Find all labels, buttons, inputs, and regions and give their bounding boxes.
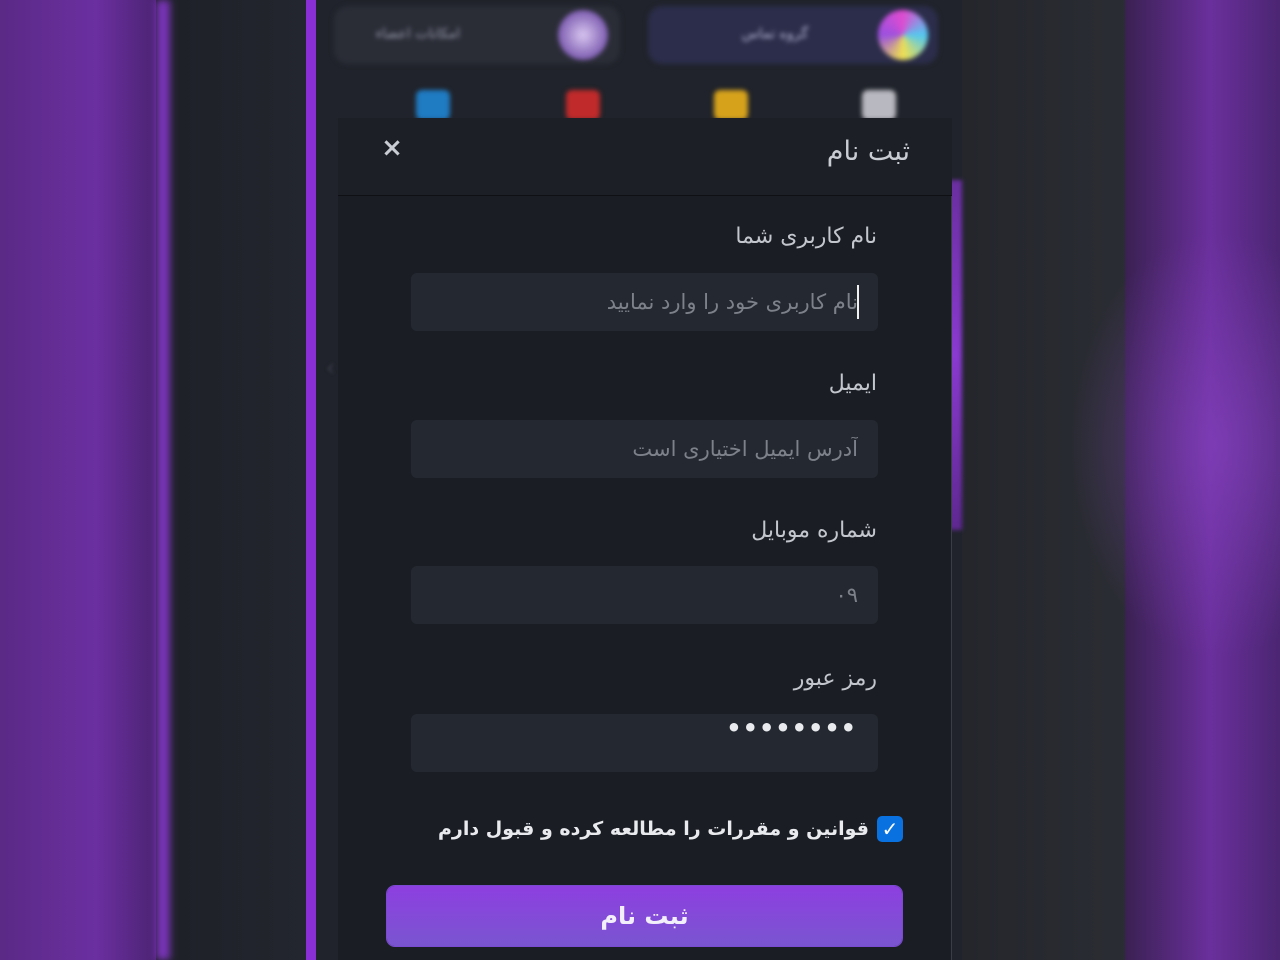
banner-left-text: امکانات اعضاء [375,26,460,42]
colorful-wheel-icon [878,10,928,60]
signup-modal: ثبت نام × نام کاربری شما ایمیل شماره موب… [338,118,952,960]
modal-title: ثبت نام [826,136,910,167]
contact-group-banner: گروه تماس [648,6,938,64]
banner-right-text: گروه تماس [741,26,808,42]
password-value: •••••••• [726,714,857,742]
username-input[interactable] [411,273,878,331]
page-left-border [306,0,316,960]
background-left-dark-panel [156,0,306,960]
member-features-banner: امکانات اعضاء [334,6,620,64]
yellow-app-icon [714,90,748,120]
background-icon-row [340,84,940,120]
checkmark-icon: ✓ [881,817,899,841]
password-label: رمز عبور [793,666,877,691]
username-label: نام کاربری شما [735,224,877,249]
email-input[interactable] [411,420,878,478]
chevron-left-icon: ‹ [326,356,335,381]
modal-header: ثبت نام × [338,118,952,196]
background-left-stripe [156,0,170,960]
background-right-glow [1070,230,1280,660]
mobile-input[interactable] [411,566,878,624]
email-label: ایمیل [828,371,877,396]
text-caret [857,285,859,319]
terms-row[interactable]: ✓ قوانین و مقررات را مطالعه کرده و قبول … [438,814,903,844]
red-app-icon [566,90,600,120]
signup-submit-button[interactable]: ثبت نام [387,886,902,946]
close-icon[interactable]: × [378,134,406,162]
mobile-label: شماره موبایل [751,518,877,543]
grey-app-icon [862,90,896,120]
blue-app-icon [416,90,450,120]
terms-text: قوانین و مقررات را مطالعه کرده و قبول دا… [438,818,869,840]
member-badge-icon [558,10,608,60]
terms-checkbox[interactable]: ✓ [877,816,903,842]
background-left-panel [0,0,160,960]
